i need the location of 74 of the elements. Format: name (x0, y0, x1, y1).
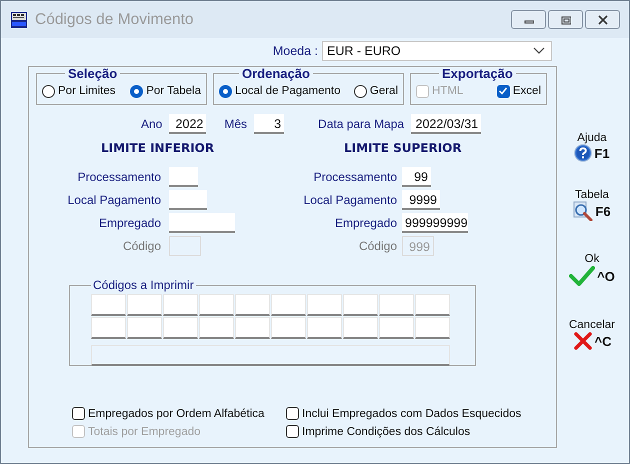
field-label: Local Pagamento (66, 193, 161, 207)
chevron-down-icon (533, 47, 545, 55)
field-label: Empregado (98, 216, 161, 230)
section-heading: LIMITE INFERIOR (101, 141, 216, 155)
code-field[interactable] (343, 294, 378, 316)
input-field[interactable]: 3 (254, 114, 284, 134)
currency-dropdown[interactable]: EUR - EURO (322, 41, 552, 61)
code-field[interactable] (127, 317, 162, 339)
magnifier-icon (573, 201, 594, 221)
radio-button[interactable]: Local de Pagamento (219, 84, 340, 98)
checkbox[interactable]: Imprime Condições dos Cálculos (286, 425, 556, 438)
group-title: Seleção (67, 67, 118, 80)
checkmark-icon (498, 86, 508, 96)
field-label: Local Pagamento (302, 193, 397, 207)
code-field[interactable] (271, 294, 306, 316)
code-field[interactable] (415, 294, 450, 316)
input-field[interactable]: 99 (402, 167, 431, 187)
section-heading: LIMITE SUPERIOR (344, 141, 463, 155)
currency-label: Moeda : (272, 44, 318, 58)
minimize-button[interactable] (511, 10, 546, 29)
checkbox[interactable]: Excel (496, 84, 541, 98)
code-field[interactable] (91, 317, 126, 339)
input-field[interactable]: 9999 (402, 190, 440, 210)
input-field[interactable]: 999999999 (402, 213, 468, 233)
action-button[interactable]: Tabela F6 (573, 189, 611, 221)
input-field[interactable] (169, 190, 207, 210)
input-field[interactable]: 2022/03/31 (411, 114, 482, 134)
cross-icon (572, 331, 592, 351)
field-label: Código (122, 239, 161, 253)
radio-button[interactable]: Por Limites (42, 84, 116, 98)
code-field[interactable] (307, 294, 342, 316)
code-list-field[interactable] (91, 345, 450, 366)
code-field[interactable] (271, 317, 306, 339)
code-field[interactable] (415, 317, 450, 339)
input-field[interactable] (169, 167, 198, 187)
input-field[interactable]: 2022 (169, 114, 206, 134)
code-field[interactable] (127, 294, 162, 316)
code-field[interactable] (307, 317, 342, 339)
code-field[interactable] (91, 294, 126, 316)
action-button[interactable]: Ajuda F1 (574, 132, 610, 162)
field-label: Empregado (334, 216, 397, 230)
code-field[interactable] (163, 294, 198, 316)
input-field[interactable] (169, 213, 235, 233)
checkbox[interactable]: Inclui Empregados com Dados Esquecidos (286, 407, 556, 420)
window-title: Códigos de Movimento (35, 10, 194, 28)
field-label: Processamento (312, 170, 397, 184)
action-button[interactable]: Ok ^O (569, 253, 615, 287)
field-label: Processamento (76, 170, 161, 184)
app-icon (11, 12, 27, 28)
group-title: Códigos a Imprimir (92, 278, 195, 292)
action-button[interactable]: Cancelar ^C (568, 319, 616, 351)
code-field[interactable] (235, 317, 270, 339)
maximize-button[interactable] (548, 10, 583, 29)
help-icon (574, 144, 592, 162)
code-field[interactable] (343, 317, 378, 339)
code-field[interactable] (163, 317, 198, 339)
field-label: Código (358, 239, 397, 253)
code-field[interactable] (379, 294, 414, 316)
group-title: Ordenação (241, 67, 311, 80)
checkmark-icon (569, 265, 596, 287)
field-label: Data para Mapa (318, 116, 404, 130)
maximize-icon (560, 14, 570, 24)
checkbox[interactable]: Empregados por Ordem Alfabética (72, 407, 286, 420)
close-button[interactable] (585, 10, 620, 29)
field-label: Ano (141, 116, 162, 130)
radio-button[interactable]: Geral (354, 84, 398, 98)
code-field[interactable] (199, 294, 234, 316)
code-field[interactable] (379, 317, 414, 339)
close-icon (598, 14, 608, 24)
radio-button[interactable]: Por Tabela (130, 84, 201, 98)
group-title: Exportação (441, 67, 514, 80)
code-field[interactable] (235, 294, 270, 316)
field-label: Mês (224, 116, 248, 130)
code-field[interactable] (199, 317, 234, 339)
